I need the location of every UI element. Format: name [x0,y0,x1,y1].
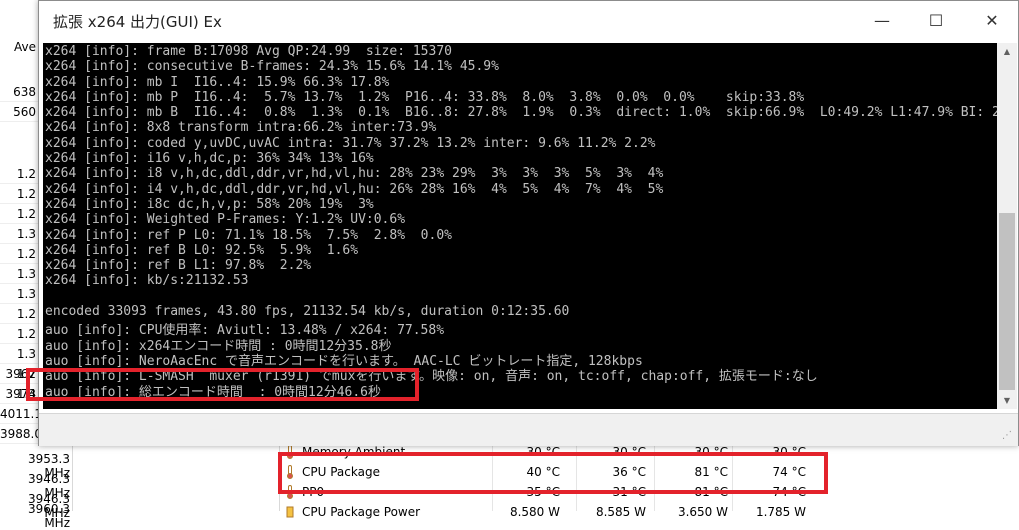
left-value: 638 [0,82,38,102]
console-line: x264 [info]: kb/s:21132.53 [45,273,249,289]
table-row[interactable]: CPU Package Power 8.580 W 8.585 W 3.650 … [282,502,1019,522]
console-line: x264 [info]: 8x8 transform intra:66.2% i… [45,120,437,136]
left-value: 1.3 [0,284,38,304]
arrow-down-icon: ▼ [1003,396,1011,405]
left-value: 1.2 [0,244,38,264]
minimize-button[interactable]: — [859,1,905,39]
console-line: x264 [info]: ref B L0: 92.5% 5.9% 1.6% [45,242,359,258]
resize-grip-icon[interactable]: ⋰ [1002,430,1014,442]
console-line: x264 [info]: i4 v,h,dc,ddl,ddr,vr,hd,vl,… [45,181,664,197]
power-icon [286,506,294,518]
status-bar: ⋰ [39,413,1018,446]
title-bar[interactable]: 拡張 x264 出力(GUI) Ex — ☐ ✕ [39,1,1018,39]
left-value: 560 [0,102,38,122]
mhz-value: 3953.3 MHz [28,452,70,480]
console-line: x264 [info]: frame B:17098 Avg QP:24.99 … [45,44,452,59]
sensor-max: 3.650 W [677,505,728,519]
vertical-scrollbar[interactable]: ▲ ▼ [997,43,1017,409]
close-icon: ✕ [985,10,999,30]
console-line: encoded 33093 frames, 43.80 fps, 21132.5… [45,304,570,320]
arrow-up-icon: ▲ [1003,47,1011,56]
console-output[interactable]: x264 [info]: frame B:17098 Avg QP:24.99 … [43,43,997,409]
close-button[interactable]: ✕ [969,1,1015,39]
highlight-box-total-time [26,368,419,401]
mhz-value: 3960.3 MHz [28,502,70,530]
console-lines: x264 [info]: frame B:17098 Avg QP:24.99 … [43,44,997,400]
console-line: x264 [info]: ref P L0: 71.1% 18.5% 7.5% … [45,227,452,243]
sensor-name: CPU Package Power [302,505,421,519]
clock-column-overflow: 3960.3 MHz [0,502,70,530]
left-value: 1.2 [0,184,38,204]
left-value: 1.2 [0,304,38,324]
sensor-avg: 1.785 W [755,505,806,519]
mhz-value: 3946.3 MHz [28,472,70,500]
sensor-min: 8.585 W [595,505,646,519]
console-line: x264 [info]: i8c dc,h,v,p: 58% 20% 19% 3… [45,196,374,212]
sensor-current: 8.580 W [509,505,560,519]
console-line: x264 [info]: coded y,uvDC,uvAC intra: 31… [45,135,656,151]
scroll-down-button[interactable]: ▼ [997,392,1017,409]
scroll-thumb[interactable] [999,213,1015,390]
left-value: 4011.1 [0,404,42,424]
left-value: 1.3 [0,344,38,364]
left-value: 1.2 [0,204,38,224]
maximize-icon: ☐ [928,10,944,30]
left-value: 1.3 [0,224,38,244]
console-line: x264 [info]: i16 v,h,dc,p: 36% 34% 13% 1… [45,151,374,167]
left-value: 1.3 [0,264,38,284]
console-line: x264 [info]: ref B L1: 97.8% 2.2% [45,258,312,274]
left-value: 1.2 [0,164,38,184]
console-line: x264 [info]: consecutive B-frames: 24.3%… [45,59,499,75]
console-line: x264 [info]: mb I I16..4: 15.9% 66.3% 17… [45,74,390,90]
console-line: x264 [info]: i8 v,h,dc,ddl,ddr,vr,hd,vl,… [45,166,664,182]
console-line: auo [info]: NeroAacEnc で音声エンコードを行います。 AA… [45,353,643,369]
console-line: auo [info]: CPU使用率: Aviutl: 13.48% / x26… [45,323,445,339]
console-line: x264 [info]: Weighted P-Frames: Y:1.2% U… [45,212,406,228]
left-value: 1.2 [0,324,38,344]
maximize-button[interactable]: ☐ [913,1,959,39]
minimize-icon: — [874,10,890,30]
console-line: x264 [info]: mb B I16..4: 0.8% 1.3% 0.1%… [45,105,997,121]
highlight-box-cpu-package [278,452,828,494]
scroll-up-button[interactable]: ▲ [997,43,1017,60]
console-line: auo [info]: x264エンコード時間 : 0時間12分35.8秒 [45,338,392,354]
console-line: x264 [info]: mb P I16..4: 5.7% 13.7% 1.2… [45,89,805,105]
window-title: 拡張 x264 出力(GUI) Ex [53,13,222,31]
